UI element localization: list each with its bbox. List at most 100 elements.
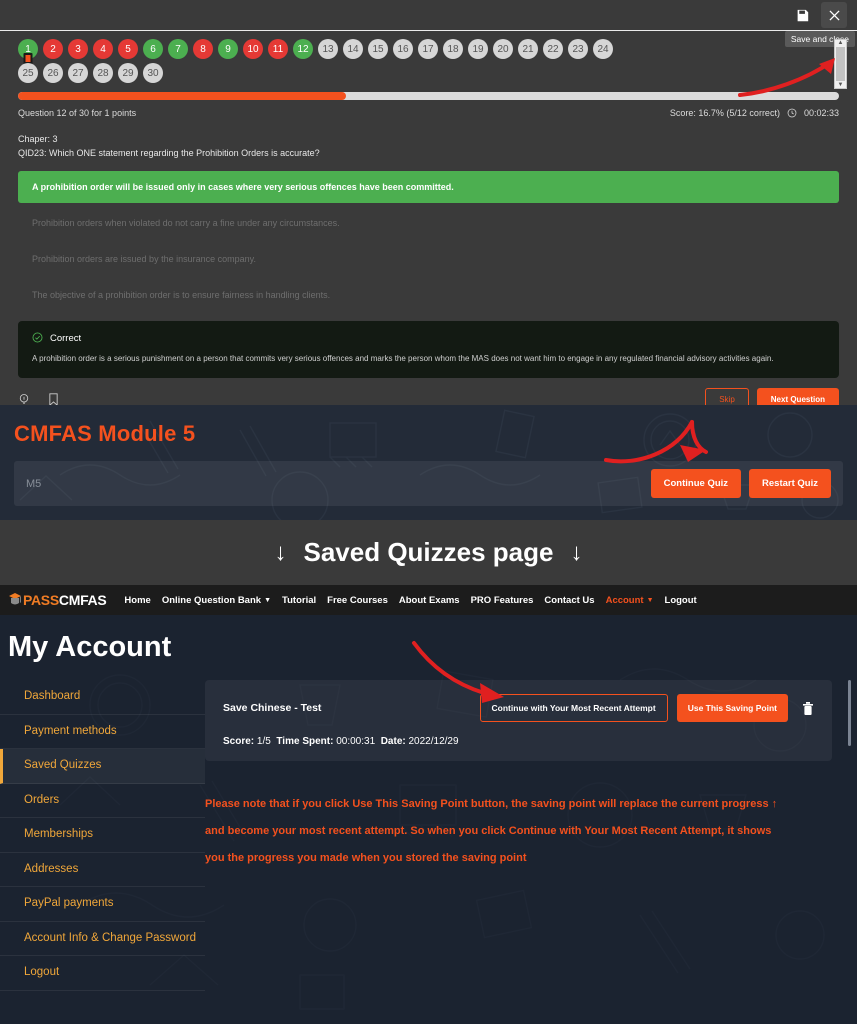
sidebar-item-saved-quizzes[interactable]: Saved Quizzes	[0, 749, 205, 784]
date-label: Date:	[380, 736, 406, 747]
question-bubble-5[interactable]: 5	[118, 39, 138, 59]
question-bubble-19[interactable]: 19	[468, 39, 488, 59]
scroll-up-icon[interactable]: ▲	[838, 40, 844, 46]
question-navigator-scrollbar[interactable]: ▲ ▼	[834, 39, 847, 89]
note-line-2: and become your most recent attempt. So …	[205, 824, 772, 837]
nav-link-label: Home	[124, 594, 151, 606]
question-bubble-2[interactable]: 2	[43, 39, 63, 59]
score-value: 1/5	[256, 736, 271, 747]
correct-check-icon	[32, 332, 43, 346]
quiz-progress-fill	[18, 92, 347, 100]
nav-link-label: Free Courses	[327, 594, 388, 606]
nav-link-label: PRO Features	[470, 594, 534, 606]
question-bubble-12[interactable]: 12	[293, 39, 313, 59]
logo-cmfas-text: CMFAS	[58, 592, 107, 608]
down-arrow-right-icon: ↓	[570, 538, 583, 566]
nav-link-contact-us[interactable]: Contact Us	[544, 595, 594, 606]
question-bubble-4[interactable]: 4	[93, 39, 113, 59]
answer-option-2[interactable]: Prohibition orders when violated do not …	[18, 207, 839, 239]
question-bubble-25[interactable]: 25	[18, 63, 38, 83]
question-bubble-24[interactable]: 24	[593, 39, 613, 59]
module-bar-label: M5	[26, 477, 42, 490]
scrollbar-thumb[interactable]	[836, 47, 845, 81]
answer-option-3[interactable]: Prohibition orders are issued by the ins…	[18, 243, 839, 275]
divider-label: Saved Quizzes page	[303, 537, 554, 567]
question-bubble-16[interactable]: 16	[393, 39, 413, 59]
note-line-3: you the progress you made when you store…	[205, 851, 527, 864]
question-bubble-26[interactable]: 26	[43, 63, 63, 83]
quiz-meta-row: Question 12 of 30 for 1 points Score: 16…	[18, 108, 839, 118]
question-bubble-11[interactable]: 11	[268, 39, 288, 59]
sidebar-item-payment-methods[interactable]: Payment methods	[0, 715, 205, 750]
question-bubble-9[interactable]: 9	[218, 39, 238, 59]
question-bubble-21[interactable]: 21	[518, 39, 538, 59]
question-bubble-18[interactable]: 18	[443, 39, 463, 59]
use-saving-point-button[interactable]: Use This Saving Point	[676, 694, 788, 722]
time-spent-label: Time Spent:	[276, 736, 334, 747]
question-bubble-13[interactable]: 13	[318, 39, 338, 59]
question-bubble-30[interactable]: 30	[143, 63, 163, 83]
quiz-modal: Save and close 1 2 3 4 5 6 7 8 9 10 11 12 13 14 15 16 17…	[0, 0, 857, 411]
chevron-down-icon: ▼	[646, 596, 654, 604]
continue-recent-attempt-button[interactable]: Continue with Your Most Recent Attempt	[479, 694, 668, 722]
score-text: Score: 16.7% (5/12 correct)	[669, 108, 780, 118]
graduate-cap-icon	[8, 592, 22, 608]
nav-link-logout[interactable]: Logout	[665, 595, 697, 606]
nav-link-about-exams[interactable]: About Exams	[399, 595, 460, 606]
passcmfas-logo[interactable]: PASS CMFAS	[8, 592, 107, 608]
continue-quiz-button[interactable]: Continue Quiz	[650, 469, 742, 498]
question-bubble-6[interactable]: 6	[143, 39, 163, 59]
question-bubble-28[interactable]: 28	[93, 63, 113, 83]
question-bubble-23[interactable]: 23	[568, 39, 588, 59]
question-bubble-3[interactable]: 3	[68, 39, 88, 59]
nav-link-label: Logout	[664, 594, 697, 606]
answer-option-1[interactable]: A prohibition order will be issued only …	[18, 170, 839, 203]
nav-link-home[interactable]: Home	[124, 595, 150, 606]
explanation-body: A prohibition order is a serious punishm…	[32, 353, 774, 363]
nav-link-label: Account	[605, 594, 644, 606]
saved-quiz-name: Save Chinese - Test	[223, 702, 322, 714]
question-bubble-15[interactable]: 15	[368, 39, 388, 59]
explanation-panel: Correct A prohibition order is a serious…	[18, 320, 839, 378]
nav-link-label: Tutorial	[282, 594, 317, 606]
sidebar-item-account-info-change-password[interactable]: Account Info & Change Password	[0, 922, 205, 957]
close-x-icon[interactable]	[821, 2, 847, 28]
nav-link-label: Online Question Bank	[161, 594, 262, 606]
card-scrollbar[interactable]	[848, 680, 851, 746]
question-bubble-22[interactable]: 22	[543, 39, 563, 59]
answer-options: A prohibition order will be issued only …	[18, 170, 839, 311]
scroll-down-icon[interactable]: ▼	[838, 82, 844, 88]
clock-icon	[787, 108, 797, 118]
question-counter: Question 12 of 30 for 1 points	[18, 108, 137, 118]
page-title: My Account	[8, 631, 172, 663]
time-spent-value: 00:00:31	[336, 736, 376, 747]
question-bubble-8[interactable]: 8	[193, 39, 213, 59]
save-disk-icon[interactable]	[789, 2, 815, 28]
saved-quiz-card: Save Chinese - Test Continue with Your M…	[205, 680, 832, 761]
nav-link-free-courses[interactable]: Free Courses	[327, 595, 388, 606]
sidebar-item-dashboard[interactable]: Dashboard	[0, 680, 205, 715]
nav-link-account[interactable]: Account ▼	[606, 595, 654, 606]
question-bubble-29[interactable]: 29	[118, 63, 138, 83]
question-navigator: 1 2 3 4 5 6 7 8 9 10 11 12 13 14 15 16 17 18 19 20 21 22 23 24 2…	[18, 39, 847, 89]
restart-quiz-button[interactable]: Restart Quiz	[749, 469, 831, 498]
nav-link-pro-features[interactable]: PRO Features	[471, 595, 534, 606]
nav-link-tutorial[interactable]: Tutorial	[282, 595, 316, 606]
question-bubble-27[interactable]: 27	[68, 63, 88, 83]
quiz-timer: 00:02:33	[803, 108, 839, 118]
question-bubble-7[interactable]: 7	[168, 39, 188, 59]
my-account-page: PASS CMFAS Home Online Question Bank ▼ Tutor…	[0, 585, 857, 1024]
question-bubble-20[interactable]: 20	[493, 39, 513, 59]
question-bubble-14[interactable]: 14	[343, 39, 363, 59]
question-bubble-10[interactable]: 10	[243, 39, 263, 59]
nav-link-label: Contact Us	[544, 594, 595, 606]
question-bubble-1[interactable]: 1	[18, 39, 38, 64]
nav-link-online-question-bank[interactable]: Online Question Bank ▼	[162, 595, 271, 606]
question-bubble-17[interactable]: 17	[418, 39, 438, 59]
saved-quizzes-divider: ↓ Saved Quizzes page ↓	[0, 520, 857, 585]
trash-icon[interactable]	[802, 701, 814, 716]
answer-option-4[interactable]: The objective of a prohibition order is …	[18, 279, 839, 311]
sidebar-item-paypal-payments[interactable]: PayPal payments	[0, 887, 205, 922]
nav-links: Home Online Question Bank ▼ Tutorial Free Co…	[124, 595, 696, 606]
sidebar-item-logout[interactable]: Logout	[0, 956, 205, 991]
